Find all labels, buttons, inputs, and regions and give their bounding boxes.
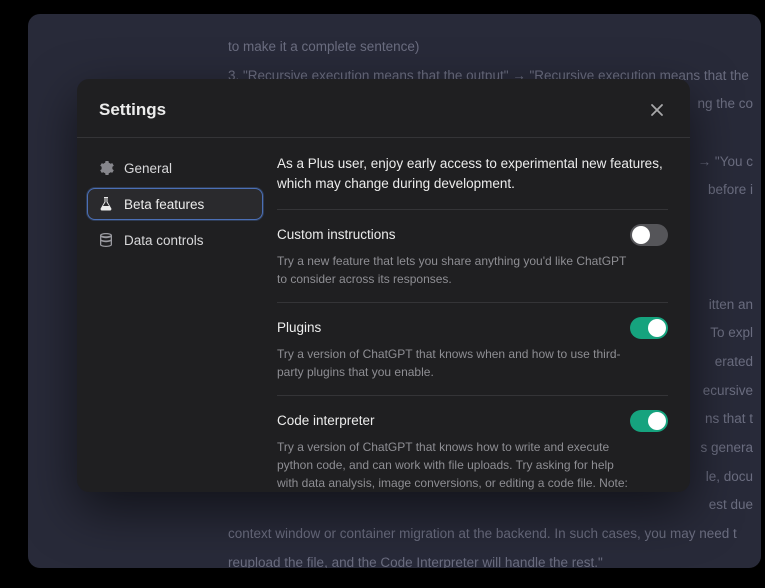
sidebar-item-label: Beta features: [124, 197, 204, 212]
feature-title: Custom instructions: [277, 227, 396, 242]
feature-description: Try a version of ChatGPT that knows when…: [277, 345, 637, 381]
sidebar-item-beta-features[interactable]: Beta features: [87, 188, 263, 220]
feature-description: Try a version of ChatGPT that knows how …: [277, 438, 637, 493]
gear-icon: [98, 160, 114, 176]
feature-title: Plugins: [277, 320, 321, 335]
feature-description: Try a new feature that lets you share an…: [277, 252, 637, 288]
beta-intro-text: As a Plus user, enjoy early access to ex…: [277, 154, 668, 210]
database-icon: [98, 232, 114, 248]
modal-body: General Beta features Data controls As a…: [77, 138, 690, 492]
sidebar-item-label: General: [124, 161, 172, 176]
feature-title: Code interpreter: [277, 413, 375, 428]
feature-code-interpreter: Code interpreter Try a version of ChatGP…: [277, 396, 668, 493]
sidebar-item-general[interactable]: General: [87, 152, 263, 184]
settings-sidebar: General Beta features Data controls: [77, 138, 273, 492]
feature-custom-instructions: Custom instructions Try a new feature th…: [277, 210, 668, 303]
sidebar-item-label: Data controls: [124, 233, 204, 248]
sidebar-item-data-controls[interactable]: Data controls: [87, 224, 263, 256]
toggle-custom-instructions[interactable]: [630, 224, 668, 246]
feature-plugins: Plugins Try a version of ChatGPT that kn…: [277, 303, 668, 396]
modal-title: Settings: [99, 100, 166, 120]
toggle-plugins[interactable]: [630, 317, 668, 339]
settings-modal: Settings General Beta features: [77, 79, 690, 492]
toggle-code-interpreter[interactable]: [630, 410, 668, 432]
toggle-knob: [648, 412, 666, 430]
modal-header: Settings: [77, 79, 690, 138]
flask-icon: [98, 196, 114, 212]
toggle-knob: [632, 226, 650, 244]
settings-content: As a Plus user, enjoy early access to ex…: [273, 138, 690, 492]
close-icon: [650, 103, 664, 117]
close-button[interactable]: [646, 99, 668, 121]
toggle-knob: [648, 319, 666, 337]
